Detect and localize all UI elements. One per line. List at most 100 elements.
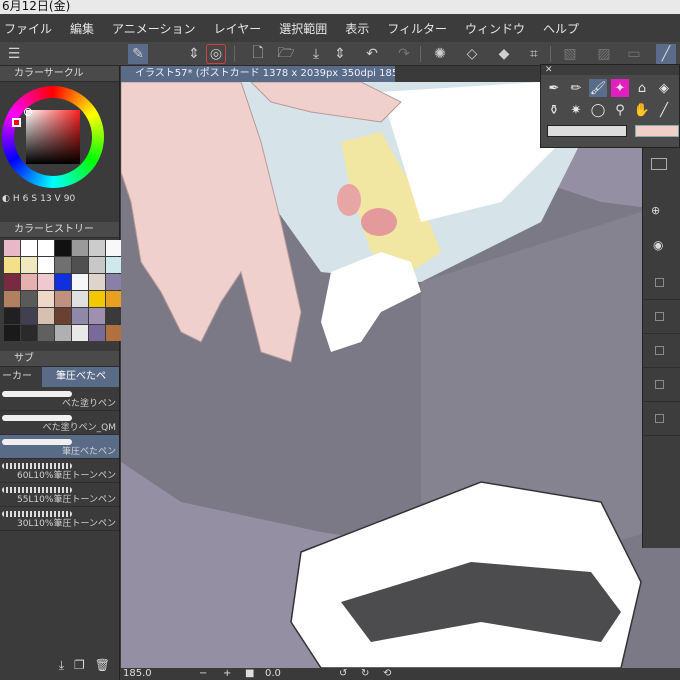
palette-swatch[interactable] [38,274,54,290]
layer-visibility-checkbox[interactable] [655,380,664,389]
brush-item[interactable]: べた塗りペン [0,387,119,411]
palette-swatch[interactable] [4,325,20,341]
layer-row[interactable] [643,402,680,436]
duplicate-icon[interactable]: ❐ [74,658,85,672]
secondary-color-swatch[interactable] [547,125,627,137]
palette-swatch[interactable] [72,274,88,290]
layer-row[interactable] [643,300,680,334]
menu-view[interactable]: 表示 [345,20,369,37]
palette-swatch[interactable] [55,274,71,290]
palette-swatch[interactable] [89,240,105,256]
brush-item[interactable]: 筆圧べたペン [0,435,119,459]
deselect-icon[interactable]: ▧ [560,44,580,64]
palette-swatch[interactable] [21,308,37,324]
palette-swatch[interactable] [72,308,88,324]
lasso-tool-icon[interactable]: ◯ [589,101,607,119]
undo-icon[interactable]: ↶ [362,44,382,64]
palette-swatch[interactable] [72,325,88,341]
palette-swatch[interactable] [4,240,20,256]
palette-swatch[interactable] [106,291,122,307]
brush-item[interactable]: 30L10%筆圧トーンペン [0,507,119,531]
palette-swatch[interactable] [106,308,122,324]
palette-swatch[interactable] [38,257,54,273]
palette-swatch[interactable] [21,325,37,341]
brush-item[interactable]: べた塗りペン_QM [0,411,119,435]
layer-property-icon[interactable] [651,158,667,170]
palette-swatch[interactable] [55,291,71,307]
palette-swatch[interactable] [55,257,71,273]
tool-window-titlebar[interactable]: ✕ [541,65,679,75]
reset-rotation-icon[interactable]: ⟲ [383,668,391,680]
subtool-group-marker[interactable]: ーカー [0,367,42,387]
zoom-in-icon[interactable]: + [223,668,231,680]
menu-filter[interactable]: フィルター [387,20,447,37]
palette-swatch[interactable] [72,291,88,307]
menu-selection[interactable]: 選択範囲 [279,20,327,37]
eraser-icon[interactable]: ◇ [462,44,482,64]
fill-tool-icon[interactable]: ✦ [611,79,629,97]
palette-swatch[interactable] [89,325,105,341]
menu-window[interactable]: ウィンドウ [465,20,525,37]
save-icon[interactable]: ⤓ [306,44,326,64]
layer-row[interactable] [643,368,680,402]
palette-swatch[interactable] [106,240,122,256]
palette-swatch[interactable] [89,308,105,324]
chevron-up-down-icon-2[interactable]: ⇕ [330,44,350,64]
palette-swatch[interactable] [21,240,37,256]
palette-swatch[interactable] [38,291,54,307]
redo-icon[interactable]: ↷ [394,44,414,64]
layer-visibility-checkbox[interactable] [655,312,664,321]
palette-swatch[interactable] [72,240,88,256]
fill-bucket-icon[interactable]: ◆ [494,44,514,64]
close-icon[interactable]: ✕ [545,65,553,75]
open-folder-icon[interactable]: 🗁 [276,44,296,64]
palette-swatch[interactable] [4,291,20,307]
trash-icon[interactable]: 🗑 [95,658,110,672]
subtool-tab-label[interactable]: サブ [14,353,34,364]
palette-swatch[interactable] [55,308,71,324]
eyedropper-tool-icon[interactable]: ⚲ [611,101,629,119]
subtool-group-pressure[interactable]: 筆圧べたペ [42,367,119,387]
pen-pressure-icon[interactable]: ╱ [656,44,676,64]
eye-icon[interactable]: ◉ [653,238,663,252]
pencil-tool-icon[interactable]: ✏ [567,79,585,97]
drawing-canvas[interactable] [121,82,680,668]
palette-swatch[interactable] [38,308,54,324]
pen-tool-icon[interactable]: ✒ [545,79,563,97]
palette-swatch[interactable] [106,274,122,290]
saturation-value-square[interactable] [26,110,80,164]
canvas-artwork[interactable] [121,82,680,668]
layer-visibility-checkbox[interactable] [655,278,664,287]
chevron-up-down-icon[interactable]: ⇕ [184,44,204,64]
palette-swatch[interactable] [106,257,122,273]
new-layer-icon[interactable]: ⊕ [651,204,660,217]
color-picker-cursor[interactable] [24,108,32,116]
palette-swatch[interactable] [4,257,20,273]
menu-edit[interactable]: 編集 [70,20,94,37]
loading-spinner-icon[interactable]: ✺ [430,44,450,64]
menu-file[interactable]: ファイル [4,20,52,37]
brush-tool-icon[interactable]: 🖌 [589,79,607,97]
sparkle-tool-icon[interactable]: ✷ [567,101,585,119]
palette-swatch[interactable] [38,240,54,256]
menu-animation[interactable]: アニメーション [112,20,196,37]
rotation-value[interactable]: 0.0 [265,668,281,680]
layer-row[interactable] [643,266,680,300]
new-file-icon[interactable]: 🗋 [248,44,268,64]
palette-swatch[interactable] [89,274,105,290]
zoom-out-icon[interactable]: − [199,668,207,680]
crop-icon[interactable]: ▭ [624,44,644,64]
download-icon[interactable]: ⤓ [59,658,64,673]
hsv-mode-icon[interactable]: ◐ [2,194,10,204]
line-tool-icon[interactable]: ╱ [655,101,673,119]
layer-visibility-checkbox[interactable] [655,414,664,423]
record-icon[interactable]: ◎ [206,44,226,64]
hue-marker[interactable] [12,118,21,127]
hamburger-menu-icon[interactable]: ☰ [4,44,24,64]
fit-icon[interactable]: ■ [245,668,254,680]
hand-tool-icon[interactable]: ✋ [633,101,651,119]
palette-swatch[interactable] [4,308,20,324]
layer-visibility-checkbox[interactable] [655,346,664,355]
palette-swatch[interactable] [21,274,37,290]
palette-swatch[interactable] [55,325,71,341]
